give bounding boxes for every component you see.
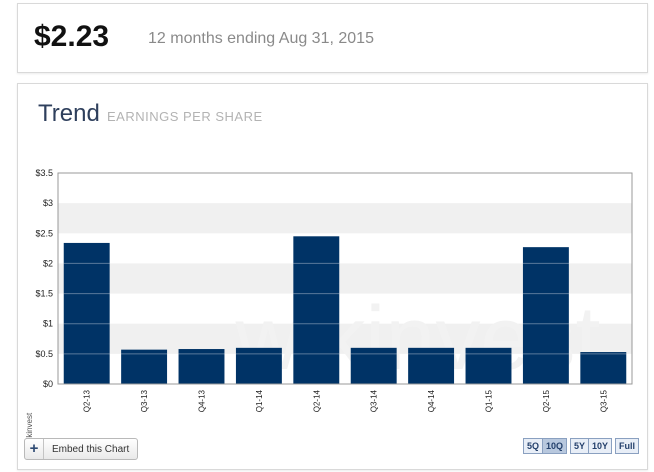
x-tick-label: Q3-13 (140, 389, 149, 412)
range-10y-button[interactable]: 10Y (588, 438, 612, 454)
range-5y-button[interactable]: 5Y (569, 438, 589, 454)
period-label: 12 months ending Aug 31, 2015 (148, 30, 374, 47)
bar-q2-13[interactable] (63, 242, 110, 384)
bar-q4-14[interactable] (408, 347, 455, 384)
summary-panel: $2.23 12 months ending Aug 31, 2015 (17, 3, 648, 73)
x-tick-label: Q3-14 (370, 389, 379, 412)
bar-q3-15[interactable] (580, 352, 627, 384)
embed-chart-label: Embed this Chart (52, 443, 130, 455)
bar-q1-15[interactable] (465, 347, 512, 384)
x-tick-label: Q2-15 (542, 389, 551, 412)
eps-value: $2.23 (34, 20, 110, 53)
y-tick-label: $0 (43, 379, 53, 389)
bar-q3-14[interactable] (350, 347, 397, 384)
y-tick-label: $2.5 (35, 228, 53, 238)
x-tick-label: Q4-14 (427, 389, 436, 412)
range-full-button[interactable]: Full (615, 438, 639, 454)
y-tick-label: $3.5 (35, 168, 53, 178)
bar-q3-13[interactable] (121, 349, 168, 384)
grid-band (58, 203, 632, 234)
plus-icon: + (25, 439, 44, 459)
bar-q1-14[interactable] (235, 347, 282, 384)
x-tick-label: Q1-14 (255, 389, 264, 412)
range-10q-button[interactable]: 10Q (542, 438, 567, 454)
range-5q-button[interactable]: 5Q (522, 438, 543, 454)
bar-q2-14[interactable] (293, 236, 340, 384)
y-tick-label: $3 (43, 198, 53, 208)
x-tick-label: Q2-14 (312, 389, 321, 412)
bar-q2-15[interactable] (522, 247, 569, 384)
y-tick-label: $1.5 (35, 289, 53, 299)
x-tick-label: Q1-15 (485, 389, 494, 412)
x-tick-label: Q2-13 (83, 389, 92, 412)
y-tick-label: $2 (43, 258, 53, 268)
x-tick-label: Q3-15 (599, 389, 608, 412)
trend-panel: Trend EARNINGS PER SHARE wikinvest $0 $0.… (17, 83, 648, 470)
y-tick-label: $0.5 (35, 349, 53, 359)
y-tick-label: $1 (43, 319, 53, 329)
embed-chart-button[interactable]: + Embed this Chart (24, 438, 139, 460)
eps-bar-chart: wikinvest $0$0.5$1$1.5$2$2.5$3$3.5 Q2-13… (25, 168, 633, 446)
x-tick-label: Q4-13 (198, 389, 207, 412)
range-selector: 5Q 10Q 5Y 10Y Full (522, 438, 639, 454)
